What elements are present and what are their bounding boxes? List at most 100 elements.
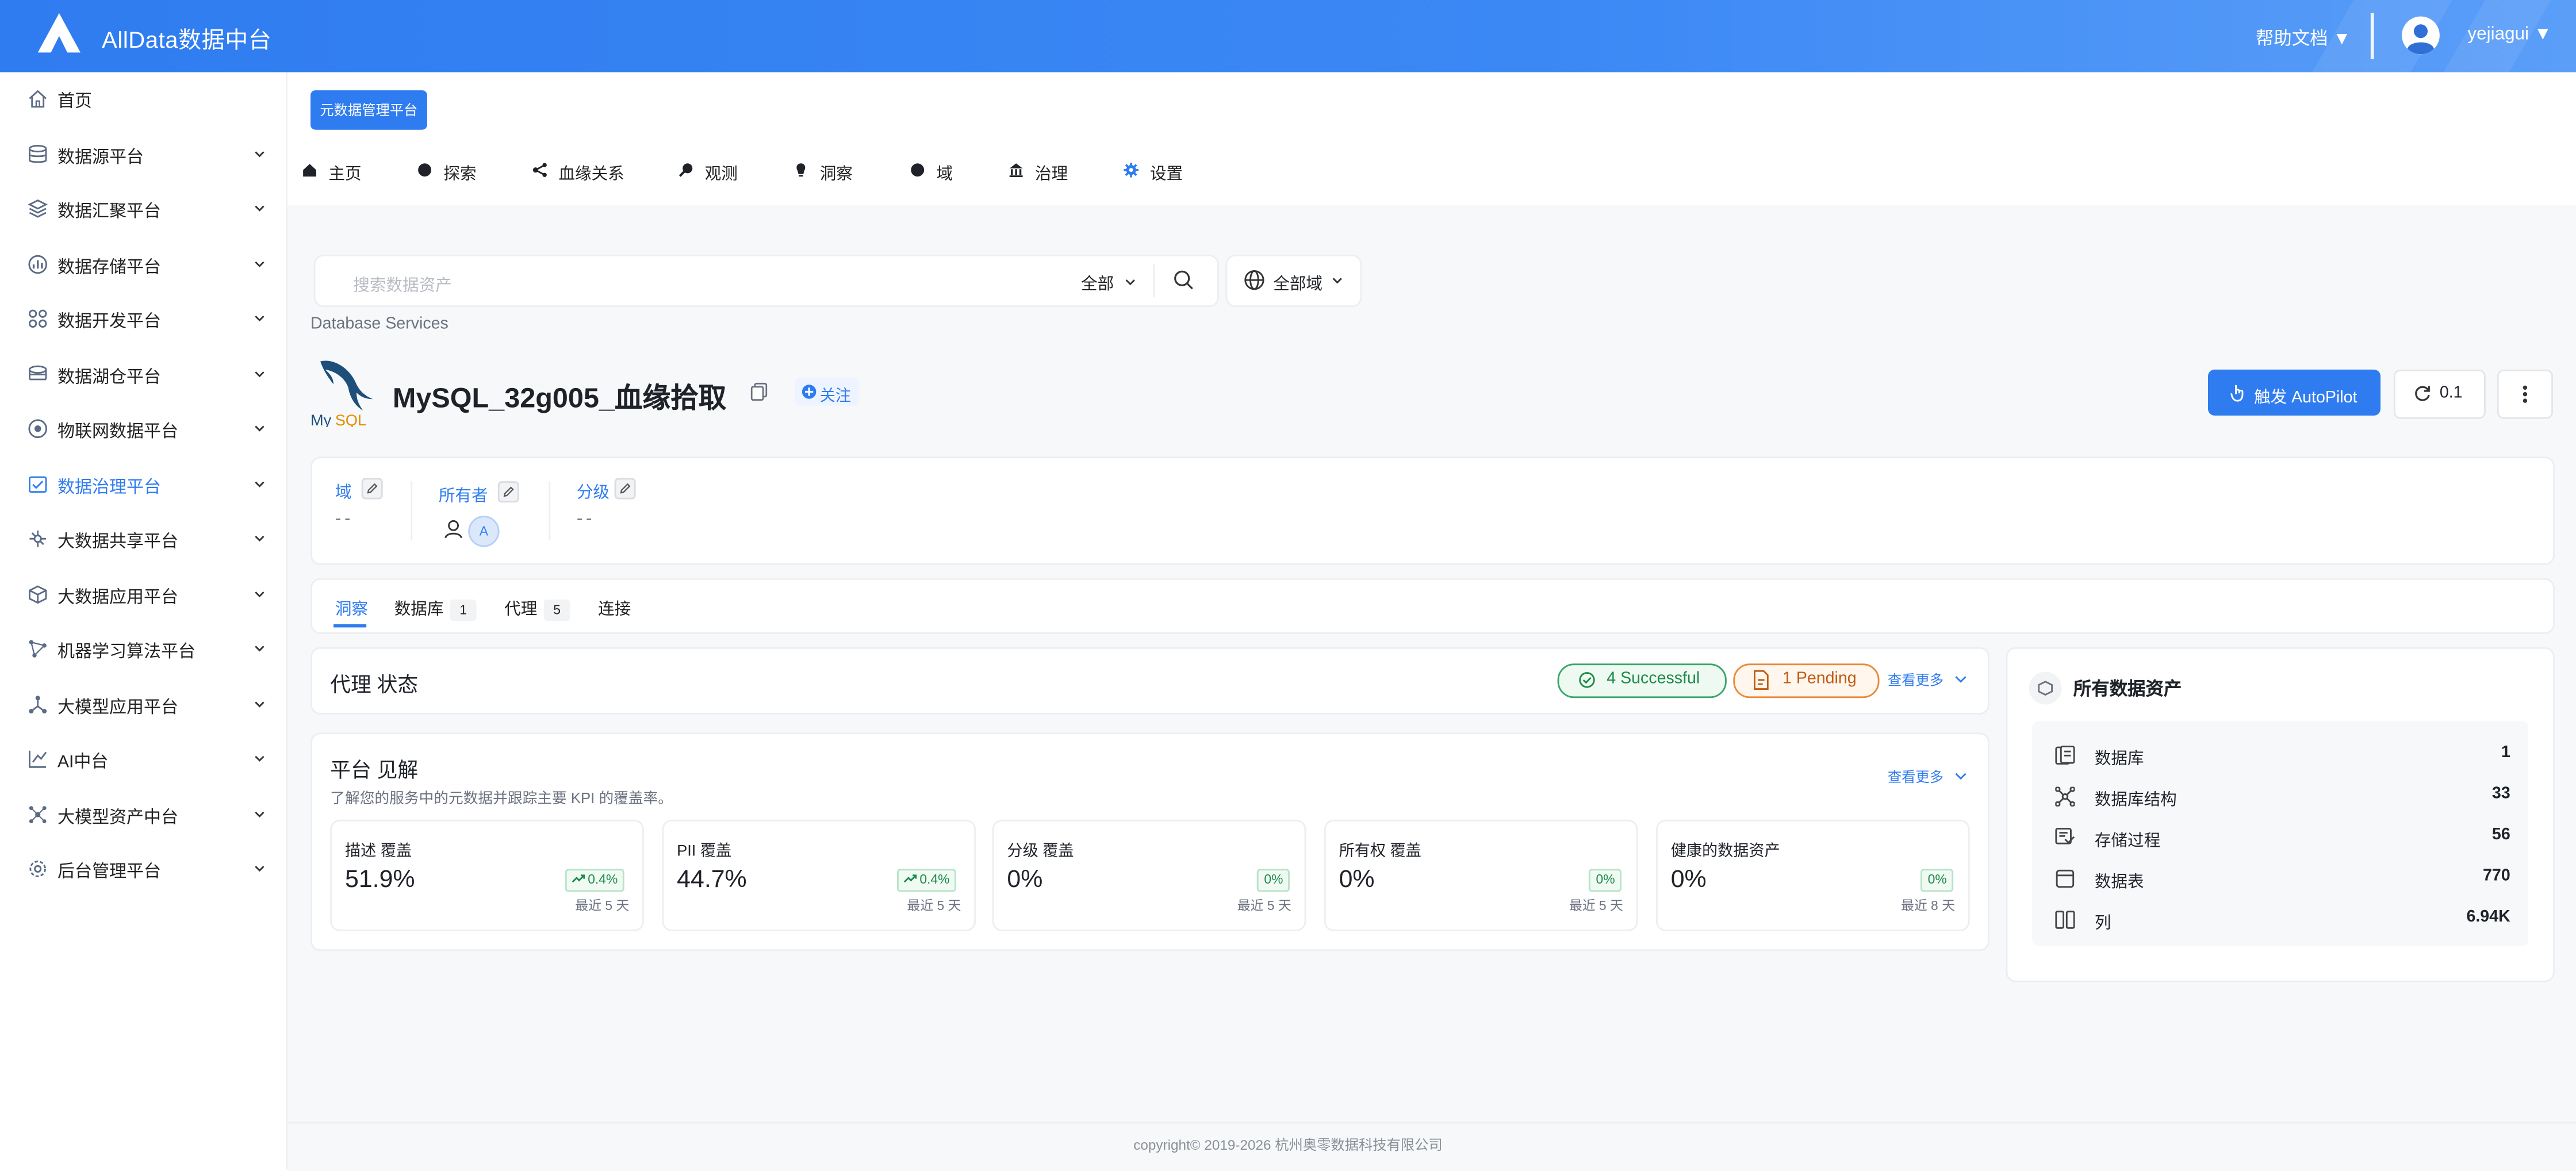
procedure-icon <box>2055 828 2075 844</box>
chevron-down-icon <box>255 535 264 542</box>
iot-icon <box>28 419 48 439</box>
sidebar-item-lakehouse[interactable]: 数据湖仓平台 <box>0 347 286 401</box>
app-window: AllData数据中台 帮助文档 ▼ yejiagui ▼ 首页 数据源平台 数… <box>0 0 2576 1171</box>
tab-insights[interactable]: 洞察 <box>335 594 368 619</box>
kpi-card-pii[interactable]: PII 覆盖 44.7% 0.4% 最近 5 天 <box>662 819 976 931</box>
domain-label: 域 <box>335 484 352 503</box>
owner-avatar[interactable]: A <box>468 516 500 547</box>
chevron-down-icon <box>1956 773 1967 780</box>
globe-icon <box>1244 270 1264 290</box>
help-docs-menu[interactable]: 帮助文档 ▼ <box>2256 25 2351 51</box>
kpi-title: 健康的数据资产 <box>1670 842 1780 861</box>
sidebar-item-label: 大数据共享平台 <box>57 532 178 552</box>
chevron-down-icon <box>255 755 264 762</box>
follow-button[interactable]: 关注 <box>795 378 860 406</box>
sidebar-item-datasource[interactable]: 数据源平台 <box>0 127 286 181</box>
sidebar-item-development[interactable]: 数据开发平台 <box>0 293 286 347</box>
kpi-card-tier[interactable]: 分级 覆盖 0% 0% 最近 5 天 <box>992 819 1306 931</box>
sidebar-item-label: 首页 <box>57 92 92 112</box>
edit-tier-icon[interactable] <box>614 478 636 500</box>
sidebar-item-home[interactable]: 首页 <box>0 72 286 126</box>
active-tab-indicator <box>334 624 367 628</box>
sidebar-item-llm-asset[interactable]: 大模型资产中台 <box>0 788 286 842</box>
kpi-value: 44.7% <box>677 865 747 894</box>
tab-label: 数据库 <box>394 601 444 620</box>
tab-databases[interactable]: 数据库 1 <box>394 594 477 621</box>
chevron-down-icon <box>255 646 264 652</box>
pending-agents-badge[interactable]: 1 Pending <box>1733 663 1880 698</box>
service-title: MySQL_32g005_血缘拾取 <box>392 382 727 414</box>
kpi-card-ownership[interactable]: 所有权 覆盖 0% 0% 最近 5 天 <box>1324 819 1638 931</box>
agent-see-more-link[interactable]: 查看更多 <box>1888 670 1969 690</box>
asset-row-databases[interactable]: 数据库 1 <box>2032 734 2528 775</box>
chevron-down-icon <box>255 481 264 487</box>
asset-row-schemas[interactable]: 数据库结构 33 <box>2032 775 2528 816</box>
metadata-platform-button[interactable]: 元数据管理平台 <box>310 90 427 130</box>
sidebar-item-integration[interactable]: 数据汇聚平台 <box>0 182 286 236</box>
kpi-period: 最近 5 天 <box>1569 898 1623 913</box>
nav-label: 探索 <box>443 166 477 184</box>
search-input[interactable]: 搜索数据资产 <box>353 271 451 295</box>
sidebar-item-ml[interactable]: 机器学习算法平台 <box>0 623 286 677</box>
kpi-delta-badge: 0% <box>1257 869 1290 892</box>
cube-icon <box>29 584 47 603</box>
user-menu[interactable]: yejiagui ▼ <box>2467 25 2551 44</box>
plus-circle-icon <box>802 385 816 399</box>
observe-icon <box>678 163 693 177</box>
pointer-hand-icon <box>2230 385 2244 402</box>
trend-up-icon <box>571 874 584 883</box>
asset-row-columns[interactable]: 列 6.94K <box>2032 899 2528 939</box>
tab-connection[interactable]: 连接 <box>598 594 631 619</box>
nav-label: 血缘关系 <box>558 166 624 184</box>
kpi-card-healthy-assets[interactable]: 健康的数据资产 0% 0% 最近 8 天 <box>1656 819 1970 931</box>
sidebar-item-iot[interactable]: 物联网数据平台 <box>0 402 286 456</box>
database-icon <box>2055 746 2075 765</box>
gear-icon <box>1124 162 1138 178</box>
kpi-period: 最近 5 天 <box>1237 898 1291 913</box>
sidebar-item-llm-app[interactable]: 大模型应用平台 <box>0 678 286 732</box>
sidebar-item-storage[interactable]: 数据存储平台 <box>0 237 286 291</box>
breadcrumb[interactable]: Database Services <box>310 316 448 333</box>
search-divider <box>1153 264 1155 298</box>
sidebar-item-label: 数据开发平台 <box>57 312 161 332</box>
sidebar-item-label: 数据治理平台 <box>57 477 161 497</box>
search-scope-select[interactable]: 全部 <box>1081 270 1137 294</box>
autopilot-button[interactable]: 触发 AutoPilot <box>2208 369 2380 416</box>
tab-agents[interactable]: 代理 5 <box>504 594 570 621</box>
chevron-down-icon <box>1125 279 1135 286</box>
sidebar-item-admin[interactable]: 后台管理平台 <box>0 843 286 897</box>
kpi-period: 最近 5 天 <box>575 898 630 913</box>
sidebar-item-application[interactable]: 大数据应用平台 <box>0 567 286 621</box>
insights-see-more-link[interactable]: 查看更多 <box>1888 767 1969 786</box>
kpi-card-description[interactable]: 描述 覆盖 51.9% 0.4% 最近 5 天 <box>330 819 644 931</box>
successful-agents-badge[interactable]: 4 Successful <box>1557 663 1727 698</box>
alldata-logo-icon[interactable] <box>36 11 82 54</box>
asset-row-tables[interactable]: 数据表 770 <box>2032 857 2528 898</box>
copy-icon[interactable] <box>750 382 768 401</box>
kpi-delta: 0.4% <box>588 872 618 887</box>
pending-label: 1 Pending <box>1782 670 1857 689</box>
domain-select-label: 全部域 <box>1273 276 1322 294</box>
sidebar-item-ai[interactable]: AI中台 <box>0 732 286 786</box>
sidebar-item-label: 大模型资产中台 <box>57 807 178 827</box>
sidebar-item-governance[interactable]: 数据治理平台 <box>0 458 286 512</box>
asset-count: 56 <box>2491 826 2510 844</box>
nav-label: 观测 <box>704 166 738 184</box>
domain-select[interactable]: 全部域 <box>1225 254 1362 308</box>
search-icon[interactable] <box>1173 270 1194 291</box>
explore-icon <box>418 163 431 177</box>
domain-icon <box>911 163 925 177</box>
sidebar-item-sharing[interactable]: 大数据共享平台 <box>0 512 286 566</box>
kpi-delta: 0.4% <box>919 872 950 887</box>
copyright-text: copyright© 2019-2026 杭州奥零数据科技有限公司 <box>1133 1137 1443 1153</box>
edit-owner-icon[interactable] <box>497 481 519 503</box>
more-actions-button[interactable] <box>2497 369 2553 419</box>
asset-row-procedures[interactable]: 存储过程 56 <box>2032 816 2528 857</box>
user-avatar-icon[interactable] <box>2402 16 2440 55</box>
asset-icon <box>29 805 47 823</box>
version-button[interactable]: 0.1 <box>2393 369 2486 419</box>
edit-domain-icon[interactable] <box>361 478 383 500</box>
kpi-title: PII 覆盖 <box>677 842 732 861</box>
info-divider <box>549 481 551 540</box>
refresh-icon <box>2415 386 2430 401</box>
